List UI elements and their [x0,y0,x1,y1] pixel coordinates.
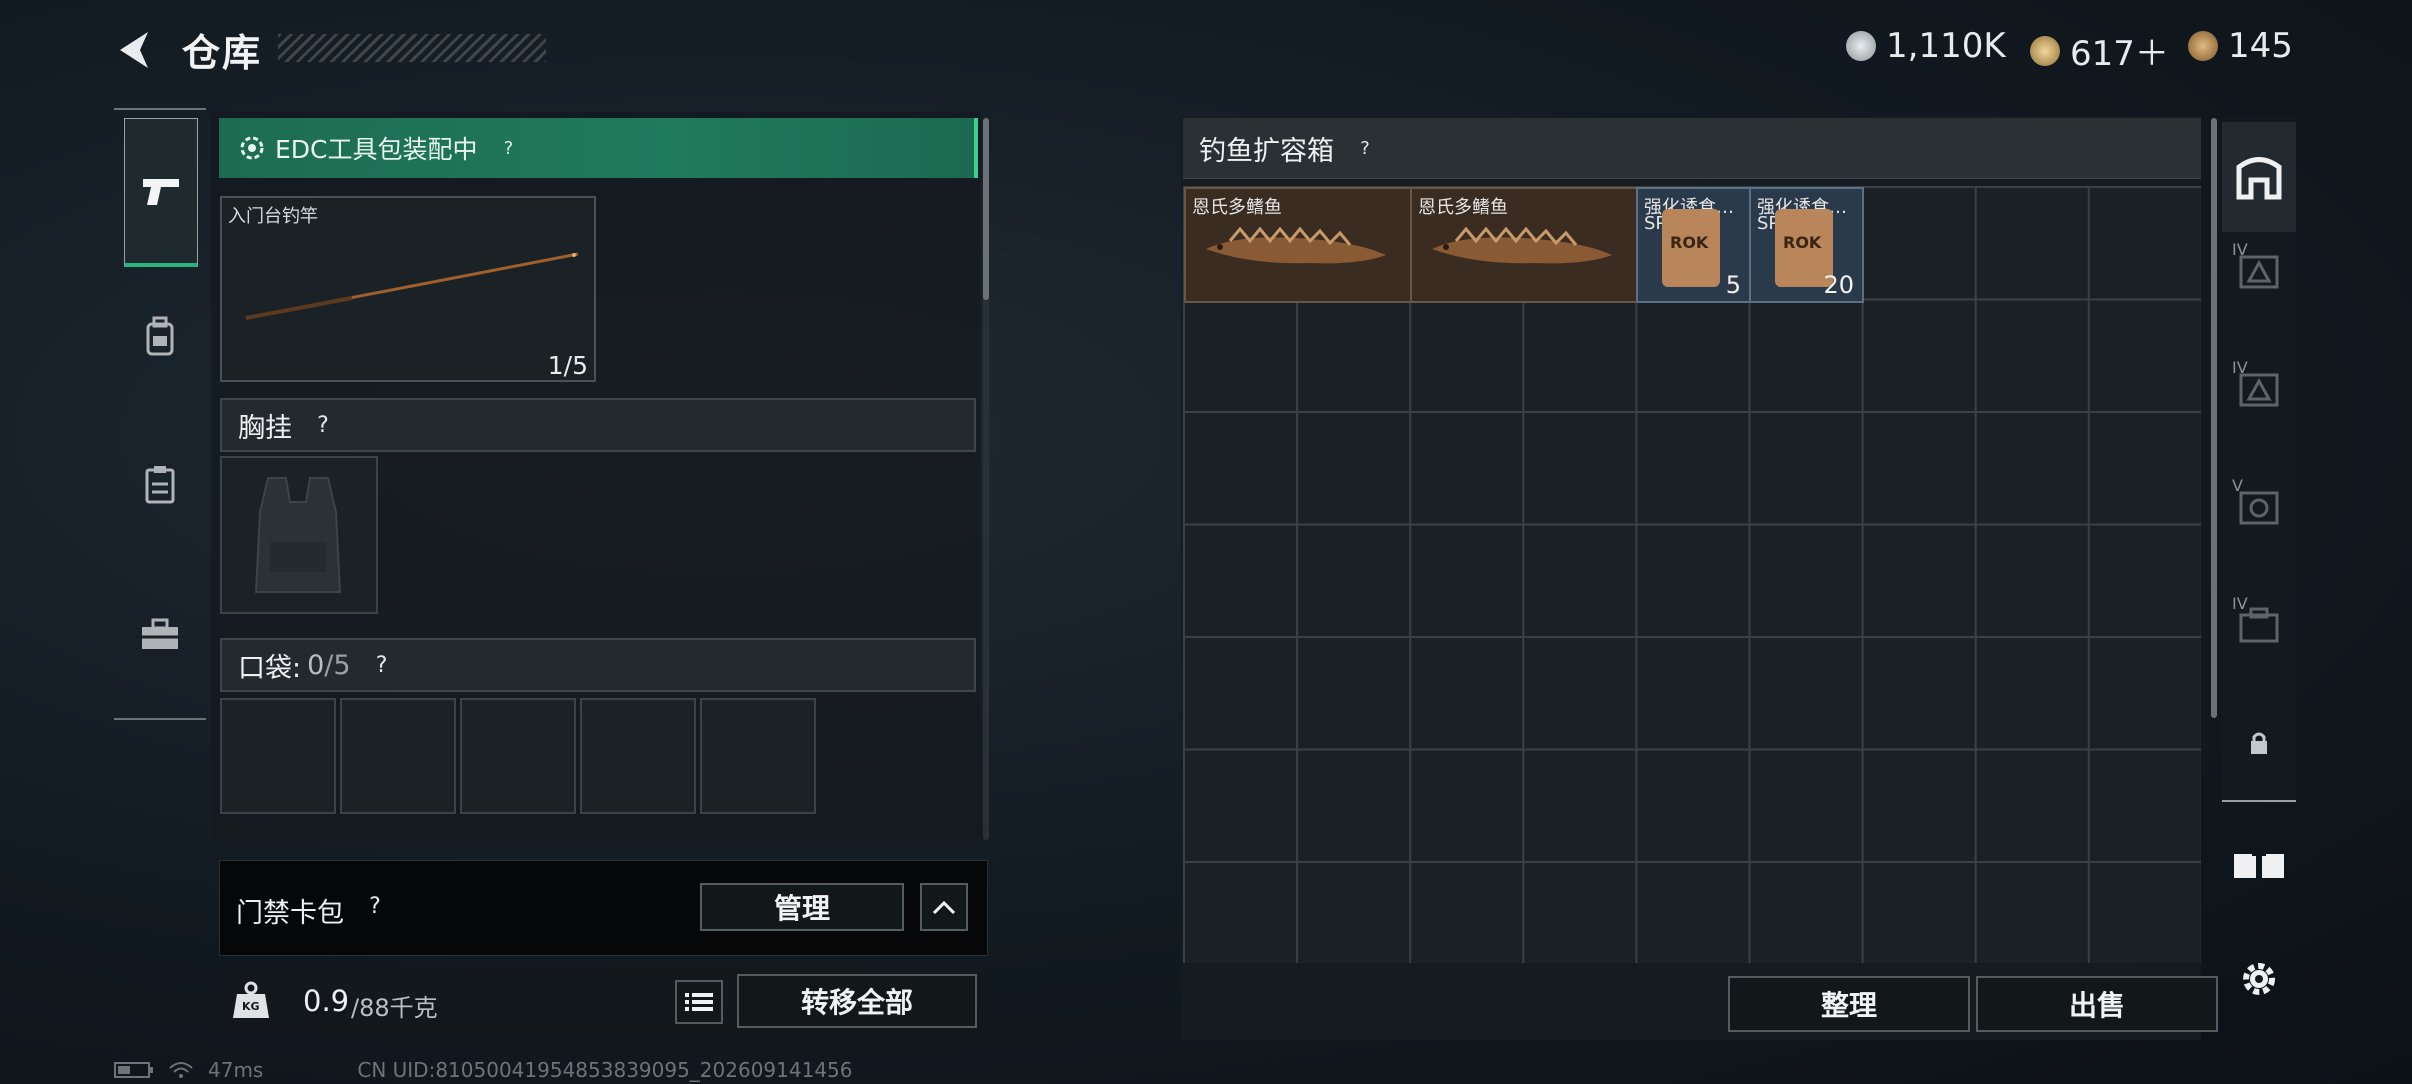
battery-icon [114,1062,153,1078]
pocket-used: 0 [307,649,325,681]
weight-icon: KG [231,980,271,1020]
currency-gold: 617＋ [2030,26,2169,75]
transfer-all-button[interactable]: 转移全部 [737,974,977,1028]
rail-tab-toolbox[interactable] [124,598,196,670]
bait-item[interactable]: 强化诱食… SP ROK 20 [1749,187,1864,303]
page-title: 仓库 [182,31,263,75]
chevron-up-icon [932,900,956,915]
transfer-icon [2234,850,2284,878]
lock-icon [2251,732,2267,754]
chest-rig-header: 胸挂 ? [220,398,976,452]
loadout-scroll-thumb[interactable] [983,118,989,300]
fish-item[interactable]: 恩氏多鳍鱼 [1184,187,1412,303]
chest-rig-label: 胸挂 [238,412,292,444]
help-icon[interactable]: ? [1350,133,1380,163]
currency-bronze: 145 [2188,26,2293,66]
container-scrollbar[interactable] [2211,118,2217,718]
fish-item[interactable]: 恩氏多鳍鱼 [1410,187,1638,303]
fish-image [1432,226,1612,264]
status-bar: 47ms CN UID:81050041954853839095_2026091… [114,1058,853,1082]
rail-tab-weapons[interactable] [124,118,198,267]
sort-button[interactable]: 整理 [1728,976,1970,1032]
pocket-slot[interactable] [220,698,336,814]
help-icon[interactable]: ? [494,133,524,163]
collapse-button[interactable] [920,883,968,931]
wifi-icon [169,1062,193,1078]
gold-triangle-coin-icon [2030,35,2060,66]
rail-tab-container-iv[interactable]: IV [2222,590,2296,660]
weight-total: /88千克 [351,994,438,1022]
container-header: 钓鱼扩容箱 ? [1183,118,2201,179]
category-rail [114,108,206,720]
rail-tab-locked[interactable] [2222,708,2296,778]
vest-placeholder-icon [254,477,342,593]
list-view-button[interactable] [675,980,723,1024]
list-icon [685,993,713,1011]
loading-gear-icon [240,136,264,160]
pocket-label: 口袋: [238,652,302,684]
currency-silver: 1,110K [1846,26,2006,66]
rail-tab-backpack[interactable] [124,300,196,372]
fishing-rod-slot[interactable]: 入门台钓竿 1/5 [220,196,596,382]
bronze-coin-icon [2188,31,2218,61]
rod-name: 入门台钓竿 [228,206,318,227]
rod-count: 1/5 [547,351,588,380]
storage-icon [2236,157,2282,200]
container-icon [2239,491,2279,525]
manage-button[interactable]: 管理 [700,883,904,931]
back-button[interactable] [112,28,156,72]
container-title: 钓鱼扩容箱 [1199,135,1334,167]
backpack-icon [146,316,174,356]
chest-rig-slot[interactable] [220,456,378,614]
rail-tab-container-v[interactable]: V [2222,472,2296,542]
pocket-total: /5 [324,649,351,681]
rail-tab-storage[interactable] [2222,122,2296,232]
weight-bar: KG 0.9 /88千克 转移全部 [219,966,986,1034]
transfer-button[interactable] [2222,830,2296,900]
uid-label: CN UID:81050041954853839095_202609141456 [357,1058,853,1082]
pocket-slot[interactable] [580,698,696,814]
toolbox-icon [142,618,178,649]
pocket-slot[interactable] [460,698,576,814]
help-icon[interactable]: ? [367,650,397,680]
keycard-wallet-bar: 门禁卡包 ? 管理 [219,860,988,956]
pocket-slot[interactable] [340,698,456,814]
container-rail: IV IV V IV [2222,118,2296,802]
weight-value: 0.9 [303,984,350,1018]
clipboard-icon [145,466,175,504]
pocket-header: 口袋: 0 /5 ? [220,638,976,692]
edc-label: EDC工具包装配中 [275,135,478,164]
back-arrow-icon [120,32,148,68]
rail-tab-container-iv[interactable]: IV [2222,236,2296,306]
help-icon[interactable]: ? [308,410,338,440]
bait-item[interactable]: 强化诱食… SP ROK 5 [1636,187,1751,303]
settings-button[interactable] [2222,944,2296,1014]
edc-status-bar[interactable]: EDC工具包装配中 ? [219,118,978,178]
bait-bag-icon: ROK [1662,209,1720,287]
fishing-rod-image [245,252,579,320]
rail-tab-clipboard[interactable] [124,448,196,520]
keycard-label: 门禁卡包 [236,898,344,929]
ping-label: 47ms [208,1058,264,1082]
silver-coin-icon [1846,31,1876,61]
fish-image [1206,226,1386,264]
sell-button[interactable]: 出售 [1976,976,2218,1032]
settings-gear-icon [2243,963,2275,995]
pistol-icon [143,179,179,205]
pocket-slot[interactable] [700,698,816,814]
title-decoration [278,34,546,62]
rail-tab-container-iv[interactable]: IV [2222,354,2296,424]
help-icon[interactable]: ? [360,891,390,921]
